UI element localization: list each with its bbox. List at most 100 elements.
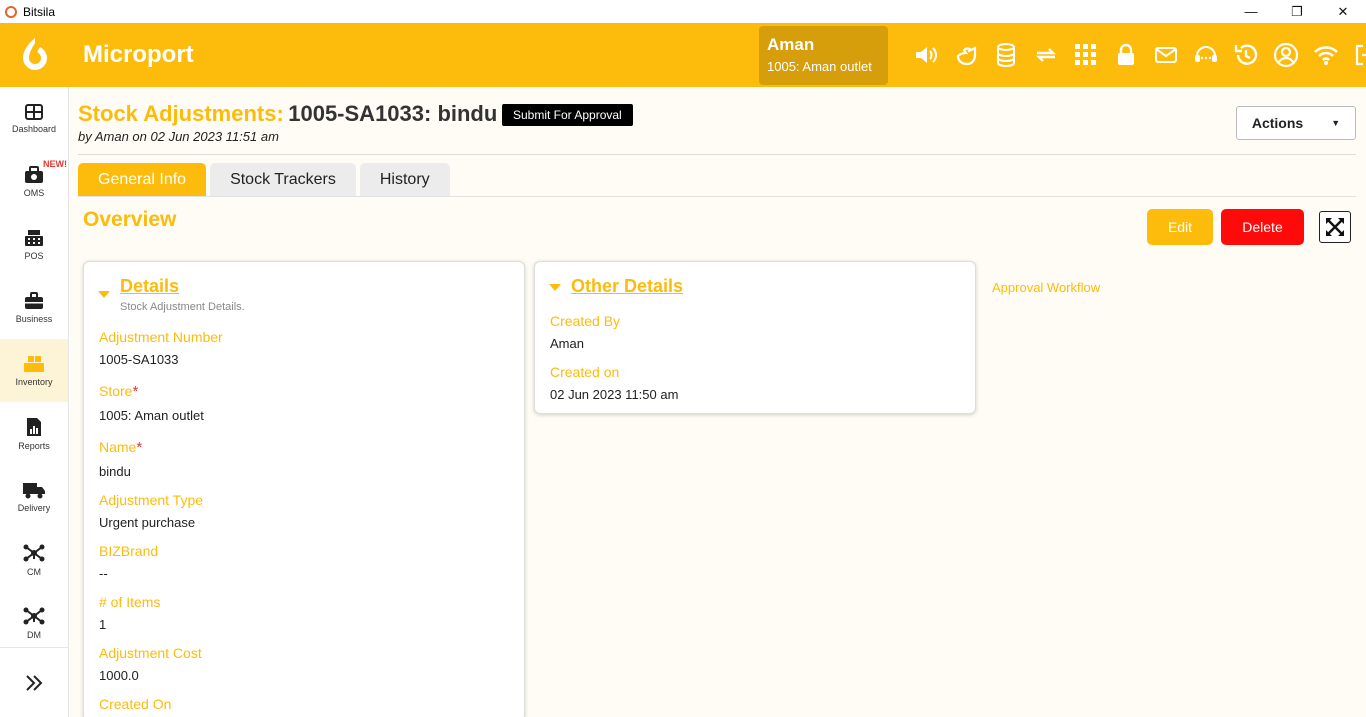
logout-icon[interactable] (1346, 39, 1366, 71)
reports-icon (27, 417, 41, 436)
submit-for-approval-button[interactable]: Submit For Approval (502, 104, 633, 126)
store-label-text: Store (99, 383, 133, 399)
expand-icon (1326, 218, 1344, 236)
tab-stock-trackers[interactable]: Stock Trackers (210, 163, 356, 196)
double-chevron-right-icon (26, 674, 43, 691)
required-mark: * (132, 383, 139, 400)
wifi-icon[interactable] (1306, 39, 1346, 71)
caret-down-icon (98, 291, 110, 298)
other-details-title[interactable]: Other Details (571, 276, 683, 297)
field-value-name: bindu (99, 464, 131, 479)
database-icon[interactable] (986, 39, 1026, 71)
network-icon (23, 607, 45, 624)
user-name: Aman (767, 35, 815, 54)
field-label-adjustment-cost: Adjustment Cost (99, 645, 202, 661)
bird-icon[interactable] (946, 39, 986, 71)
field-value-adjustment-cost: 1000.0 (99, 668, 139, 683)
sidebar-item-business[interactable]: Business (0, 276, 68, 339)
sidebar-item-label: Inventory (15, 376, 53, 387)
sidebar-item-label: OMS (23, 187, 45, 198)
sidebar-item-dashboard[interactable]: Dashboard (0, 87, 68, 150)
tab-bar: General Info Stock Trackers History (78, 163, 454, 196)
other-details-card: Other Details Created By Aman Created on… (534, 261, 976, 414)
actions-dropdown[interactable]: Actions ▼ (1236, 106, 1356, 140)
name-label-text: Name (99, 439, 137, 455)
page-title-id: 1005-SA1033: bindu (288, 101, 498, 126)
sidebar-item-inventory[interactable]: Inventory (0, 339, 68, 402)
sidebar-item-label: POS (24, 250, 44, 261)
details-title[interactable]: Details (120, 276, 245, 297)
field-value-adjustment-number: 1005-SA1033 (99, 352, 179, 367)
support-icon[interactable] (1186, 39, 1226, 71)
field-label-bizbrand: BIZBrand (99, 543, 159, 559)
dashboard-icon (25, 103, 43, 120)
briefcase-icon (25, 291, 43, 309)
field-value-created-on-other: 02 Jun 2023 11:50 am (550, 387, 679, 402)
window-titlebar: Bitsila — ❐ ✕ (0, 0, 1366, 23)
edit-button[interactable]: Edit (1147, 209, 1213, 245)
lock-icon[interactable] (1106, 39, 1146, 71)
app-logo[interactable] (0, 23, 69, 87)
details-card: Details Stock Adjustment Details. Adjust… (83, 261, 525, 717)
minimize-button[interactable]: — (1228, 0, 1274, 23)
close-window-button[interactable]: ✕ (1320, 0, 1366, 23)
user-icon[interactable] (1266, 39, 1306, 71)
main-content: Stock Adjustments: 1005-SA1033: bindu by… (70, 87, 1366, 717)
field-label-created-by: Created By (550, 313, 621, 329)
sidebar-expand-button[interactable] (0, 647, 68, 717)
header-icons (906, 39, 1366, 71)
field-value-bizbrand: -- (99, 566, 108, 581)
truck-icon (23, 482, 45, 498)
details-description: Stock Adjustment Details. (120, 301, 245, 313)
field-value-adjustment-type: Urgent purchase (99, 515, 196, 530)
overview-title: Overview (83, 208, 177, 231)
new-badge: NEW! (43, 159, 67, 169)
field-value-created-by: Aman (550, 336, 584, 351)
apps-grid-icon[interactable] (1066, 39, 1106, 71)
user-store-box[interactable]: Aman 1005: Aman outlet (759, 26, 888, 85)
delete-button[interactable]: Delete (1221, 209, 1304, 245)
details-card-header[interactable]: Details Stock Adjustment Details. (98, 276, 245, 313)
tab-history[interactable]: History (359, 163, 450, 196)
field-value-store: 1005: Aman outlet (99, 408, 204, 423)
caret-down-icon: ▼ (1331, 118, 1341, 128)
field-label-adjustment-type: Adjustment Type (99, 492, 204, 508)
restore-button[interactable]: ❐ (1274, 0, 1320, 23)
history-icon[interactable] (1226, 39, 1266, 71)
field-label-store: Store* (99, 383, 138, 400)
caret-down-icon (549, 284, 561, 291)
sidebar-item-label: DM (27, 629, 41, 640)
field-label-name: Name* (99, 439, 142, 456)
sync-icon[interactable] (1026, 39, 1066, 71)
sidebar-item-pos[interactable]: POS (0, 213, 68, 276)
sidebar-item-cm[interactable]: CM (0, 528, 68, 591)
brand-name: Microport (83, 41, 194, 68)
fullscreen-button[interactable] (1319, 211, 1351, 243)
sidebar-item-label: Delivery (17, 502, 51, 513)
bitsila-app-icon (5, 5, 17, 18)
page-header: Stock Adjustments: 1005-SA1033: bindu by… (78, 101, 497, 144)
top-header: Microport Aman 1005: Aman outlet (0, 23, 1366, 87)
other-details-card-header[interactable]: Other Details (549, 276, 683, 297)
field-label-adjustment-number: Adjustment Number (99, 329, 223, 345)
pos-icon (25, 229, 43, 246)
sidebar-item-delivery[interactable]: Delivery (0, 465, 68, 528)
window-title: Bitsila (23, 4, 56, 19)
sidebar-item-label: Dashboard (11, 123, 57, 134)
field-label-num-items: # of Items (99, 594, 161, 610)
tab-general-info[interactable]: General Info (78, 163, 207, 196)
approval-workflow-link[interactable]: Approval Workflow (992, 280, 1100, 295)
mail-icon[interactable] (1146, 39, 1186, 71)
field-label-created-on: Created On (99, 696, 172, 712)
sidebar-item-label: CM (27, 566, 41, 577)
left-sidebar: Dashboard NEW! OMS POS Business Inventor… (0, 87, 69, 717)
sidebar-item-reports[interactable]: Reports (0, 402, 68, 465)
window-controls: — ❐ ✕ (1228, 0, 1366, 23)
required-mark: * (136, 439, 143, 456)
divider (78, 154, 1356, 155)
sidebar-item-oms[interactable]: NEW! OMS (0, 150, 68, 213)
page-subtitle: by Aman on 02 Jun 2023 11:51 am (78, 129, 279, 144)
sidebar-item-dm[interactable]: DM (0, 591, 68, 654)
speaker-icon[interactable] (906, 39, 946, 71)
field-value-num-items: 1 (99, 617, 107, 632)
